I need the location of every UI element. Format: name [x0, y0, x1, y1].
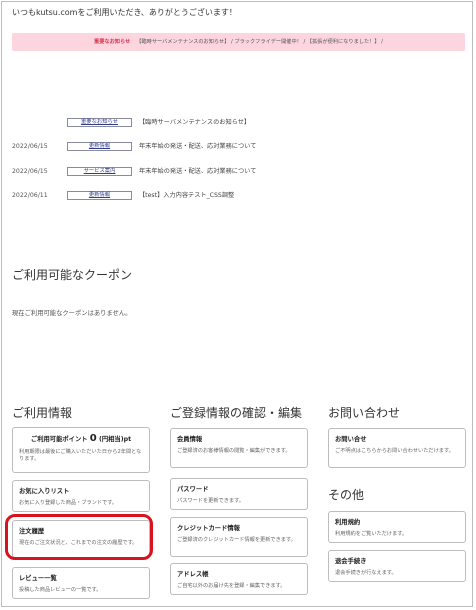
news-title[interactable]: 年末年始の発送・配送、応対業務について [139, 141, 256, 153]
points-unit: (円相当)pt [98, 436, 132, 443]
order-history-highlight-annotation [5, 514, 153, 560]
other-heading: その他 [328, 488, 365, 502]
favorites-title: お気に入りリスト [19, 488, 70, 495]
password-card[interactable]: パスワード パスワードを更新できます。 [170, 478, 308, 510]
favorites-desc: お気に入り登録した商品・ブランドです。 [19, 500, 118, 506]
registration-heading: ご登録情報の確認・編集 [170, 406, 303, 420]
reviews-title: レビュー一覧 [19, 575, 57, 582]
terms-desc: 利用規約をご覧いただけます。 [335, 531, 408, 537]
coupon-heading: ご利用可能なクーポン [12, 268, 133, 282]
notice-tag: 重要なお知らせ [94, 39, 131, 45]
news-item[interactable]: 2022/06/15 更新情報 年末年始の発送・配送、応対業務について [12, 141, 467, 153]
reviews-desc: 投稿した商品レビューの一覧です。 [19, 587, 102, 593]
important-notice-bar[interactable]: 重要なお知らせ 【臨時サーバメンテナンスのお知らせ】 / ブラックフライデー開催中… [12, 33, 465, 51]
withdraw-desc: 退会手続きが行なえます。 [335, 570, 397, 576]
member-info-card[interactable]: 会員情報 ご登録済のお客様情報の閲覧・編集ができます。 [170, 428, 308, 468]
welcome-message: いつもkutsu.comをご利用いただき、ありがとうございます！ [12, 8, 237, 17]
reviews-card[interactable]: レビュー一覧 投稿した商品レビューの一覧です。 [12, 567, 150, 599]
credit-card-desc: ご登録済のクレジットカード情報を更新できます。 [177, 537, 296, 543]
address-book-card[interactable]: アドレス帳 ご自宅以外のお届け先を登録・編集できます。 [170, 563, 308, 595]
inquiry-title: お問い合せ [335, 436, 367, 443]
news-title[interactable]: 年末年始の発送・配送、応対業務について [139, 166, 256, 178]
password-desc: パスワードを更新できます。 [177, 498, 244, 504]
withdraw-title: 退会手続き [335, 558, 367, 565]
address-book-desc: ご自宅以外のお届け先を登録・編集できます。 [177, 583, 286, 589]
member-info-desc: ご登録済のお客様情報の閲覧・編集ができます。 [177, 448, 291, 454]
terms-title: 利用規約 [335, 519, 361, 526]
news-category-link[interactable]: サービス案内 [67, 167, 132, 176]
news-title[interactable]: 【臨時サーバメンテナンスのお知らせ】 [139, 117, 250, 129]
terms-card[interactable]: 利用規約 利用規約をご覧いただけます。 [328, 511, 466, 543]
usage-heading: ご利用情報 [12, 406, 73, 420]
member-info-title: 会員情報 [177, 436, 203, 443]
inquiry-card[interactable]: お問い合せ ご不明点はこちらからお問い合わせいただけます。 [328, 428, 466, 468]
favorites-card[interactable]: お気に入りリスト お気に入り登録した商品・ブランドです。 [12, 480, 150, 512]
credit-card-title: クレジットカード情報 [177, 525, 240, 532]
withdraw-card[interactable]: 退会手続き 退会手続きが行なえます。 [328, 550, 466, 582]
news-date: 2022/06/15 [12, 143, 48, 150]
address-book-title: アドレス帳 [177, 571, 209, 578]
notice-text: 【臨時サーバメンテナンスのお知らせ】 / ブラックフライデー開催中！ / 【拡張… [136, 39, 383, 45]
contact-heading: お問い合わせ [328, 406, 401, 420]
password-title: パスワード [177, 486, 209, 493]
news-category-link[interactable]: 更新情報 [67, 191, 132, 200]
points-desc: 利用期限は最後にご購入いただいた日から2年間となります。 [19, 449, 142, 462]
points-value: 0 [89, 433, 97, 444]
news-category-link[interactable]: 更新情報 [67, 142, 132, 151]
no-coupon-message: 現在ご利用可能なクーポンはありません。 [12, 310, 132, 317]
news-item[interactable]: 2022/06/15 サービス案内 年末年始の発送・配送、応対業務について [12, 166, 467, 178]
points-card: ご利用可能ポイント 0 (円相当)pt 利用期限は最後にご購入いただいた日から2… [12, 427, 150, 473]
news-item[interactable]: 重要なお知らせ 【臨時サーバメンテナンスのお知らせ】 [12, 117, 467, 129]
news-category-link[interactable]: 重要なお知らせ [67, 118, 132, 127]
inquiry-desc: ご不明点はこちらからお問い合わせいただけます。 [335, 448, 454, 454]
news-date: 2022/06/15 [12, 168, 48, 175]
points-label: ご利用可能ポイント [30, 436, 88, 443]
news-date: 2022/06/11 [12, 192, 48, 199]
news-title[interactable]: 【test】入力内容テスト_CSS調整 [139, 190, 234, 202]
news-item[interactable]: 2022/06/11 更新情報 【test】入力内容テスト_CSS調整 [12, 190, 467, 202]
credit-card-card[interactable]: クレジットカード情報 ご登録済のクレジットカード情報を更新できます。 [170, 517, 308, 557]
